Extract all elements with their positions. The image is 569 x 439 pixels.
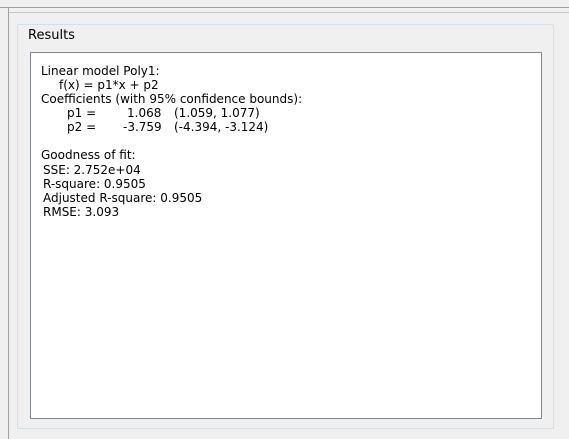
coefficient-name: p2 = (67, 120, 97, 134)
coefficients-header: Coefficients (with 95% confidence bounds… (41, 92, 303, 106)
window-top-border (0, 0, 569, 8)
coefficient-bounds: (1.059, 1.077) (174, 106, 260, 120)
bottom-strip (9, 434, 569, 439)
goodness-of-fit-header: Goodness of fit: (41, 148, 136, 162)
gof-adjusted-r-square: Adjusted R-square: 0.9505 (43, 191, 203, 205)
coefficient-bounds: (-4.394, -3.124) (174, 120, 269, 134)
coefficient-value: 1.068 (127, 106, 162, 120)
gof-r-square: R-square: 0.9505 (43, 177, 146, 191)
results-group-title: Results (28, 28, 77, 44)
model-header: Linear model Poly1: (41, 64, 160, 78)
gof-rmse: RMSE: 3.093 (43, 205, 120, 219)
results-text-area[interactable]: Linear model Poly1: f(x) = p1*x + p2 Coe… (30, 52, 542, 419)
divider-line (8, 12, 569, 13)
model-formula: f(x) = p1*x + p2 (59, 78, 159, 92)
coefficient-name: p1 = (67, 106, 97, 120)
gof-sse: SSE: 2.752e+04 (43, 163, 141, 177)
coefficient-value: -3.759 (123, 120, 162, 134)
window-left-border (8, 8, 9, 439)
